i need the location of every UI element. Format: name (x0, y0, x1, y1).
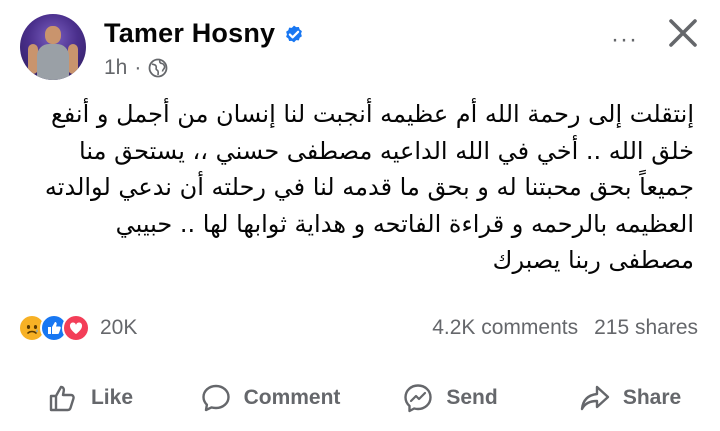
close-icon[interactable] (666, 16, 700, 50)
send-label: Send (446, 386, 498, 409)
reactions-summary[interactable]: 20K (18, 314, 137, 342)
like-button[interactable]: Like (0, 370, 180, 426)
author-row: Tamer Hosny (104, 18, 305, 49)
comment-label: Comment (243, 386, 341, 409)
love-reaction-icon (62, 314, 90, 342)
engagement-stats: 4.2K comments 215 shares (432, 316, 698, 340)
avatar-arm-right (68, 44, 78, 74)
share-arrow-icon (580, 385, 610, 411)
post-timestamp[interactable]: 1h (104, 56, 127, 80)
like-label: Like (90, 386, 134, 409)
more-options-button[interactable]: ··· (611, 26, 638, 54)
post-header: Tamer Hosny 1h · ··· (20, 12, 700, 84)
avatar[interactable] (20, 14, 86, 80)
comment-button[interactable]: Comment (180, 370, 360, 426)
messenger-send-icon (404, 384, 433, 413)
comment-bubble-icon (201, 384, 230, 412)
thumbs-up-icon (49, 385, 75, 412)
shares-count[interactable]: 215 shares (594, 316, 698, 340)
post-meta: 1h · (104, 56, 168, 80)
send-button[interactable]: Send (360, 370, 540, 426)
post-text: إنتقلت إلى رحمة الله أم عظيمه أنجبت لنا … (44, 100, 694, 274)
share-label: Share (622, 386, 682, 409)
meta-separator: · (134, 56, 142, 79)
globe-icon (148, 58, 168, 78)
avatar-body (37, 44, 69, 80)
action-bar: Like Comment Send Share (0, 370, 720, 426)
comments-count[interactable]: 4.2K comments (432, 316, 578, 340)
avatar-head (45, 26, 61, 44)
verified-badge-icon (286, 25, 303, 42)
share-button[interactable]: Share (540, 370, 720, 426)
reactions-count: 20K (100, 316, 138, 339)
author-name[interactable]: Tamer Hosny (104, 18, 275, 49)
